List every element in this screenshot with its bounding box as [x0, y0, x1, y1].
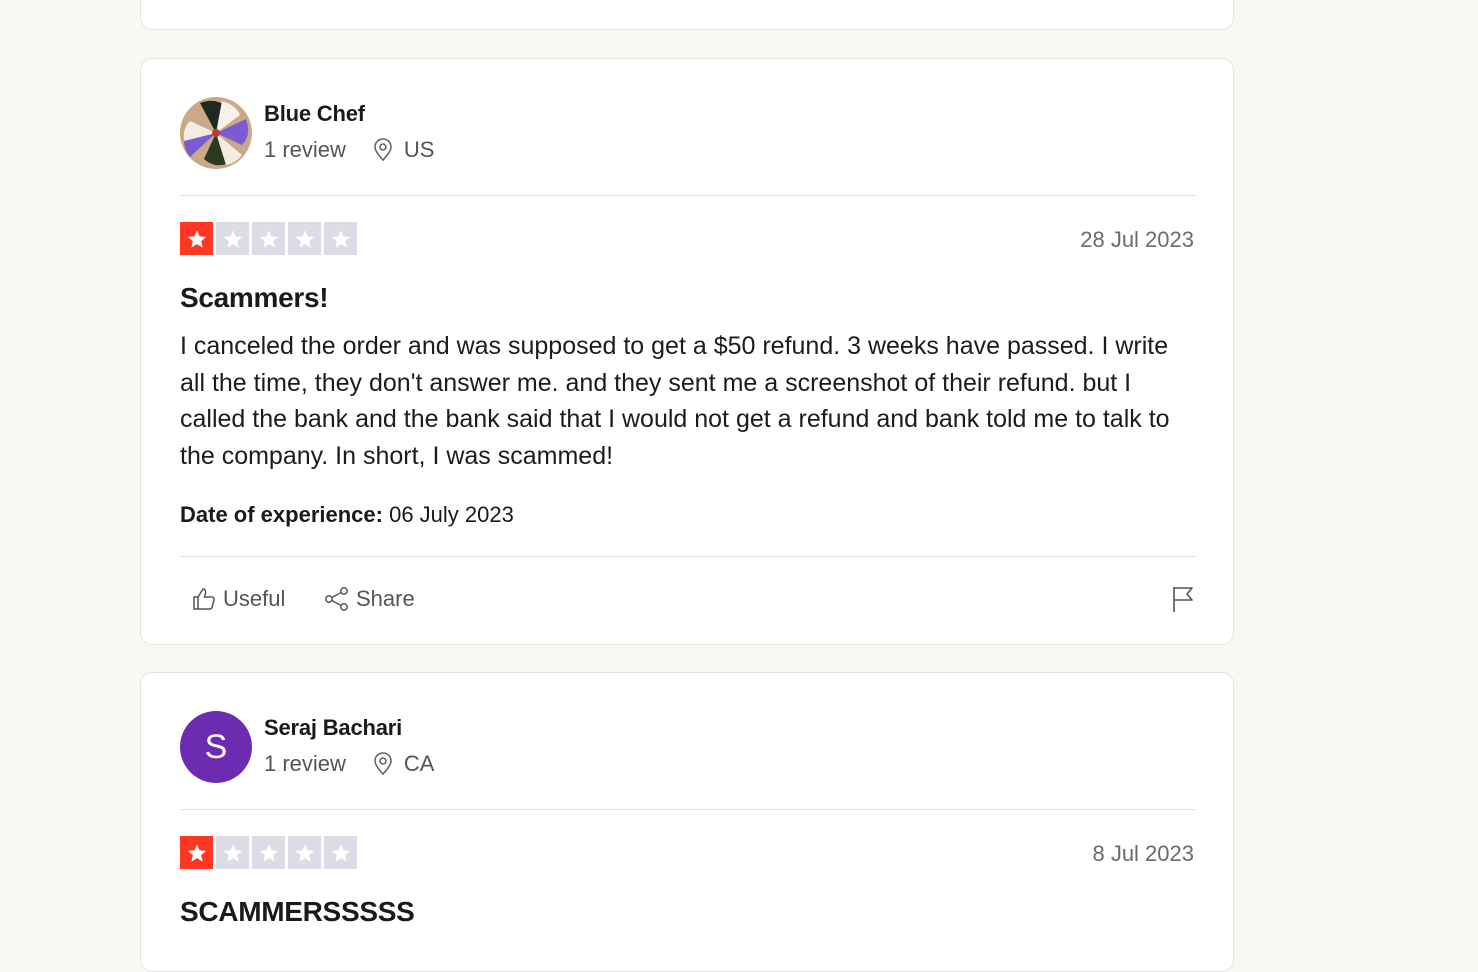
- star-icon: [288, 836, 321, 869]
- date-of-experience: Date of experience: 06 July 2023: [180, 502, 514, 528]
- divider: [180, 195, 1196, 196]
- report-flag-icon[interactable]: [1171, 585, 1195, 613]
- share-icon: [325, 587, 348, 611]
- experience-label: Date of experience:: [180, 502, 383, 527]
- review-date: 8 Jul 2023: [1092, 841, 1194, 866]
- reviewer-avatar[interactable]: S: [180, 711, 252, 783]
- review-card: S Seraj Bachari 1 review CA 8 Jul 2023 S…: [140, 672, 1234, 972]
- reviewer-country: CA: [403, 751, 435, 776]
- useful-button[interactable]: Useful: [191, 586, 285, 612]
- review-title[interactable]: SCAMMERSSSSS: [180, 896, 415, 928]
- reviewer-meta: 1 review CA: [264, 751, 434, 777]
- previous-review-card: [140, 0, 1234, 30]
- star-icon: [180, 836, 213, 869]
- location-pin-icon: [374, 138, 392, 162]
- location-pin-icon: [374, 752, 392, 776]
- experience-date: 06 July 2023: [389, 502, 514, 527]
- star-icon: [252, 222, 285, 255]
- review-count: 1 review: [264, 751, 346, 776]
- star-icon: [216, 836, 249, 869]
- reviewer-country: US: [403, 137, 435, 162]
- reviewer-avatar[interactable]: [180, 97, 252, 169]
- divider: [180, 809, 1196, 810]
- star-icon: [288, 222, 321, 255]
- review-date: 28 Jul 2023: [1080, 227, 1194, 252]
- review-count: 1 review: [264, 137, 346, 162]
- star-icon: [216, 222, 249, 255]
- star-icon: [324, 836, 357, 869]
- review-title[interactable]: Scammers!: [180, 282, 329, 314]
- star-icon: [180, 222, 213, 255]
- share-label: Share: [356, 586, 415, 611]
- star-icon: [252, 836, 285, 869]
- thumbs-up-icon: [193, 588, 215, 610]
- floral-pattern-avatar-icon: [180, 97, 252, 169]
- star-rating: [180, 836, 357, 869]
- reviewer-name[interactable]: Seraj Bachari: [264, 715, 402, 741]
- divider: [180, 556, 1196, 557]
- review-body: I canceled the order and was supposed to…: [180, 332, 1170, 470]
- star-rating: [180, 222, 357, 255]
- useful-label: Useful: [223, 586, 286, 611]
- reviewer-name[interactable]: Blue Chef: [264, 101, 365, 127]
- share-button[interactable]: Share: [324, 586, 415, 612]
- reviewer-meta: 1 review US: [264, 137, 434, 163]
- review-card: Blue Chef 1 review US 28 Jul 2023 Scamme…: [140, 58, 1234, 645]
- star-icon: [324, 222, 357, 255]
